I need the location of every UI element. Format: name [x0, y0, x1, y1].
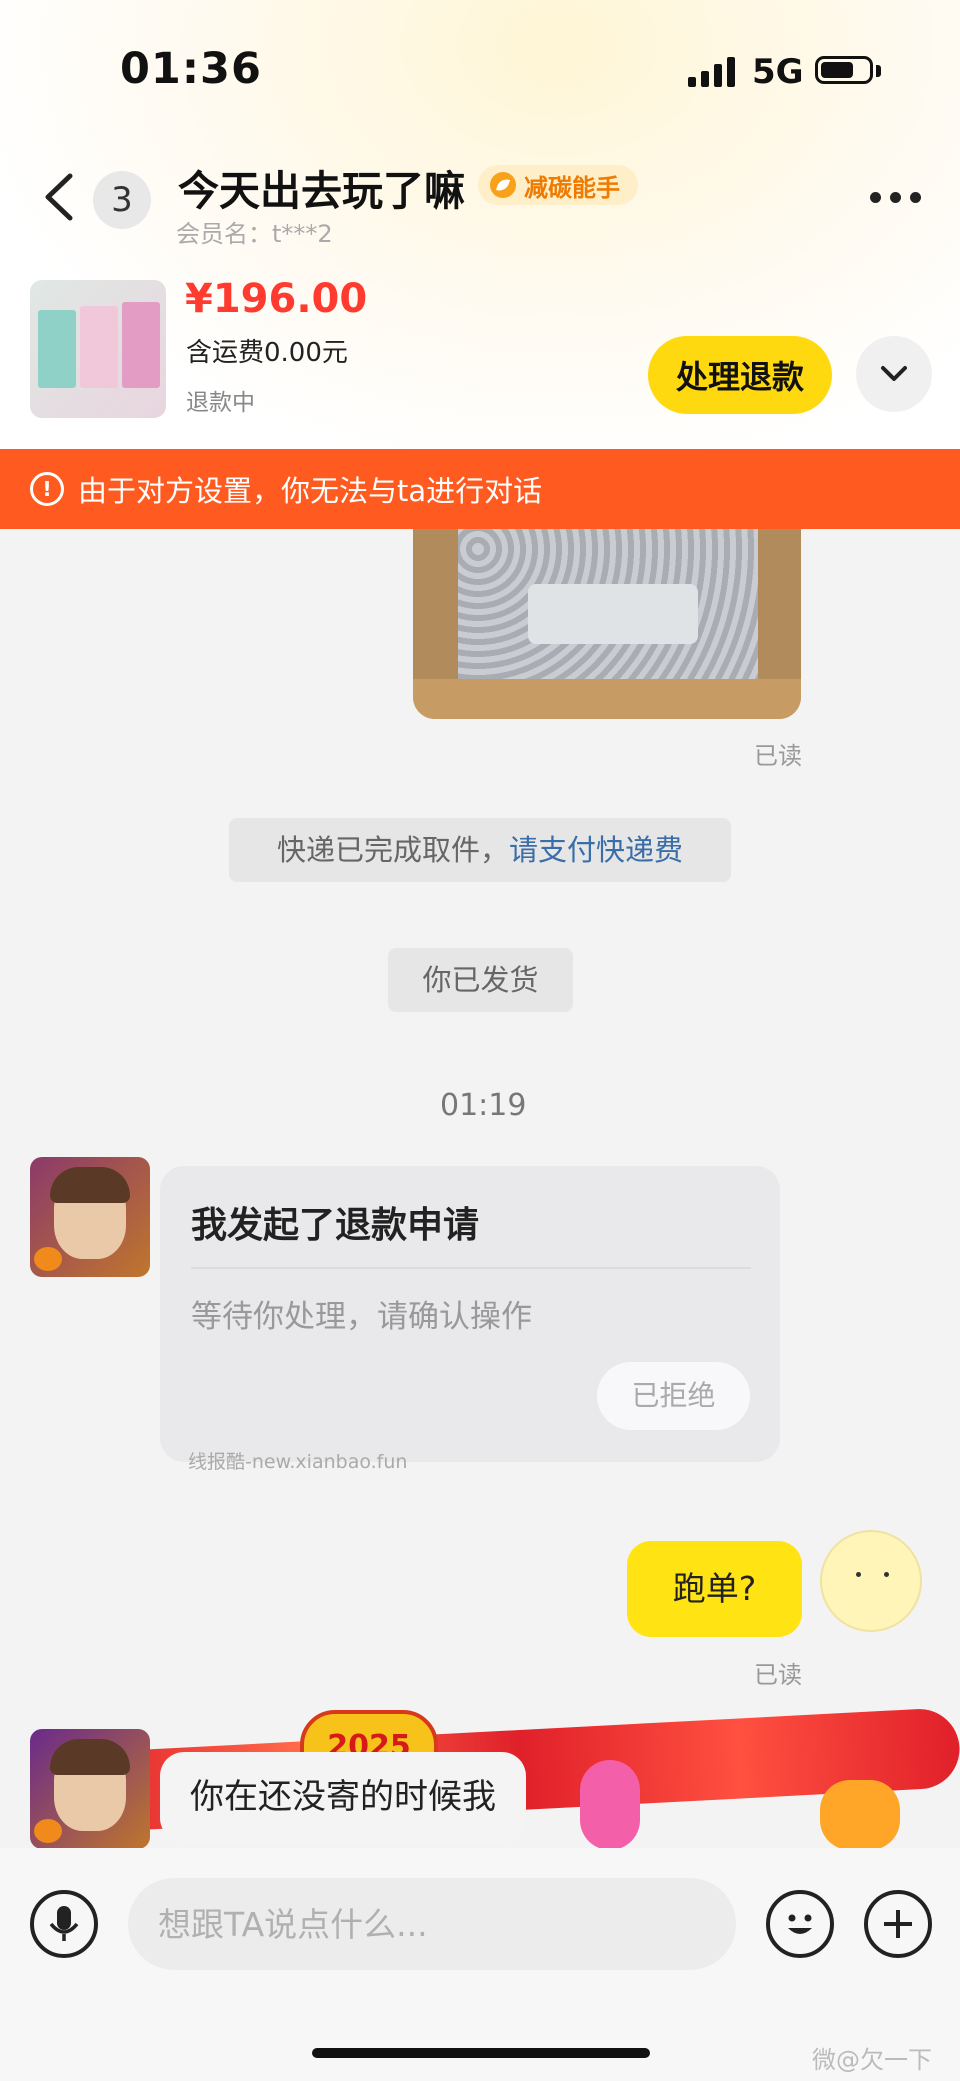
message-timestamp: 01:19: [440, 1088, 527, 1123]
system-message-pickup: 快递已完成取件，请支付快递费: [229, 818, 731, 882]
warning-text: 由于对方设置，你无法与ta进行对话: [78, 474, 543, 508]
pay-shipping-link[interactable]: 请支付快递费: [509, 833, 683, 867]
read-receipt: 已读: [754, 742, 802, 770]
avatar[interactable]: [30, 1729, 150, 1849]
warning-banner: ! 由于对方设置，你无法与ta进行对话: [0, 449, 960, 529]
battery-icon: [815, 56, 873, 84]
emoji-icon[interactable]: [766, 1890, 834, 1958]
card-body: 等待你处理，请确认操作: [191, 1299, 532, 1335]
my-message-bubble[interactable]: 跑单?: [627, 1541, 802, 1637]
battery-cap: [876, 65, 881, 77]
badge-label: 减碳能手: [524, 173, 620, 202]
microphone-icon[interactable]: [30, 1890, 98, 1958]
read-receipt: 已读: [754, 1661, 802, 1689]
product-price: ¥196.00: [185, 276, 368, 322]
product-thumbnail[interactable]: [30, 280, 166, 418]
watermark: 线报酷-new.xianbao.fun: [188, 1451, 408, 1473]
card-title: 我发起了退款申请: [191, 1205, 480, 1246]
home-indicator: [312, 2048, 650, 2058]
my-avatar[interactable]: [820, 1530, 922, 1632]
chat-title: 今天出去玩了嘛: [178, 167, 465, 215]
message-input[interactable]: [128, 1878, 736, 1970]
their-message-bubble[interactable]: 你在还没寄的时候我: [160, 1752, 526, 1842]
sent-photo[interactable]: [413, 529, 801, 719]
leaf-icon: [490, 172, 516, 198]
member-name: 会员名：t***2: [176, 220, 333, 248]
chevron-down-icon: [881, 366, 907, 381]
rejected-button[interactable]: 已拒绝: [597, 1362, 750, 1430]
alert-icon: !: [30, 472, 64, 506]
back-icon[interactable]: [40, 172, 80, 222]
more-icon[interactable]: [870, 192, 922, 204]
network-label: 5G: [752, 52, 804, 92]
status-time: 01:36: [120, 44, 262, 94]
refund-status: 退款中: [186, 390, 255, 416]
expand-button[interactable]: [856, 336, 932, 412]
handle-refund-button[interactable]: 处理退款: [648, 336, 832, 414]
card-divider: [191, 1267, 751, 1269]
weibo-watermark: 微@欠一下: [812, 2046, 932, 2074]
user-badge: 减碳能手: [478, 165, 638, 205]
avatar[interactable]: [30, 1157, 150, 1277]
plus-icon[interactable]: [864, 1890, 932, 1958]
signal-icon: [688, 57, 736, 87]
unread-count-badge[interactable]: 3: [93, 171, 151, 229]
system-message-shipped: 你已发货: [388, 948, 573, 1012]
system-message-text: 快递已完成取件，: [276, 833, 509, 867]
shipping-fee: 含运费0.00元: [186, 338, 348, 368]
